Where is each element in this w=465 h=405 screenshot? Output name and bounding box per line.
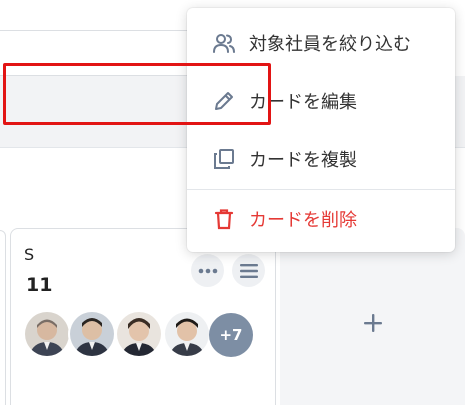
card-title: S <box>24 245 35 264</box>
more-members-badge[interactable]: +7 <box>209 313 253 357</box>
menu-item-duplicate-card[interactable]: カードを複製 <box>187 130 455 188</box>
copy-icon <box>211 146 237 172</box>
ellipsis-icon <box>198 268 217 273</box>
screen: S 11 +7 対象社員を絞り込む カードを編集 カードを複製 カードを削除 <box>0 0 465 405</box>
menu-item-label: カードを削除 <box>249 210 357 231</box>
trash-icon <box>211 206 237 232</box>
menu-item-delete-card[interactable]: カードを削除 <box>187 190 455 248</box>
card-options-menu: 対象社員を絞り込む カードを編集 カードを複製 カードを削除 <box>187 8 455 252</box>
menu-item-label: カードを編集 <box>249 92 357 113</box>
card-count: 11 <box>26 274 53 296</box>
avatar <box>115 310 163 358</box>
card-menu-button[interactable] <box>232 254 265 287</box>
hamburger-icon <box>239 263 258 278</box>
pencil-icon <box>211 88 237 114</box>
plus-icon <box>363 314 382 332</box>
grade-card[interactable]: S 11 +7 <box>10 228 276 405</box>
users-icon <box>211 30 237 56</box>
menu-item-label: カードを複製 <box>249 150 357 171</box>
more-options-button[interactable] <box>191 254 224 287</box>
previous-card <box>0 230 6 405</box>
avatar <box>163 310 211 358</box>
menu-item-edit-card[interactable]: カードを編集 <box>187 72 455 130</box>
add-card-button[interactable] <box>280 228 465 405</box>
menu-item-label: 対象社員を絞り込む <box>249 34 411 55</box>
search-field[interactable] <box>0 30 205 76</box>
avatar <box>23 310 71 358</box>
menu-item-filter-employees[interactable]: 対象社員を絞り込む <box>187 14 455 72</box>
avatar <box>68 310 116 358</box>
